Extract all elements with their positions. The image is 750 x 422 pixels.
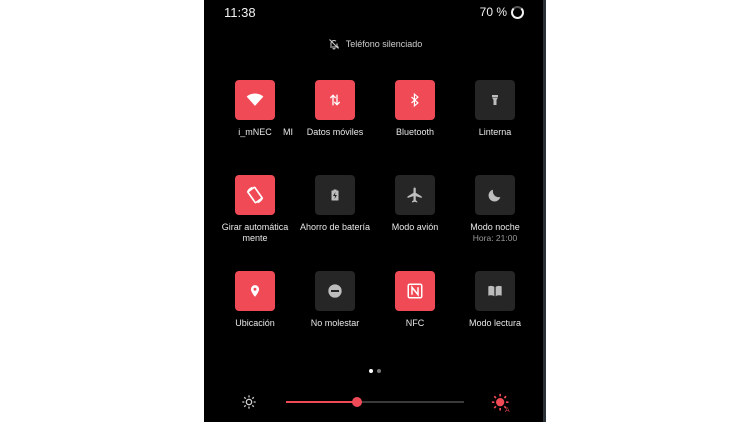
tile-location-button[interactable] (235, 271, 275, 311)
battery-ring-icon (511, 5, 524, 19)
moon-icon (488, 189, 501, 202)
tile-airplane-mode-button[interactable] (395, 175, 435, 215)
tile-battery-saver-label: Ahorro de batería (299, 222, 371, 232)
location-icon (250, 285, 260, 297)
tile-auto-rotate[interactable]: Girar automática mente (210, 175, 300, 244)
tile-airplane-mode-label: Modo avión (391, 222, 439, 232)
flashlight-icon (492, 95, 498, 105)
tile-auto-rotate-button[interactable] (235, 175, 275, 215)
tile-auto-rotate-label: Girar automática mente (210, 222, 300, 244)
tile-bluetooth[interactable]: Bluetooth (370, 80, 460, 138)
tile-bluetooth-button[interactable] (395, 80, 435, 120)
tile-do-not-disturb[interactable]: No molestar (290, 271, 380, 329)
do-not-disturb-icon (328, 284, 342, 298)
reading-mode-icon (488, 285, 502, 297)
tile-wifi[interactable]: i_mNEC MI (210, 80, 300, 138)
tile-night-mode[interactable]: Modo noche Hora: 21:00 (450, 175, 540, 244)
tile-reading-mode-button[interactable] (475, 271, 515, 311)
battery-indicator: 70 % (480, 5, 524, 19)
wifi-icon (246, 93, 264, 106)
tile-auto-rotate-label-line1: Girar automática (221, 222, 289, 232)
brightness-slider-thumb[interactable] (352, 397, 363, 407)
tile-flashlight[interactable]: Linterna (450, 80, 540, 138)
tile-wifi-ssid: i_mNEC (238, 127, 272, 137)
clock: 11:38 (224, 5, 256, 20)
tile-night-mode-schedule: Hora: 21:00 (472, 233, 518, 243)
tile-flashlight-button[interactable] (475, 80, 515, 120)
tile-airplane-mode[interactable]: Modo avión (370, 175, 460, 233)
tile-night-mode-button[interactable] (475, 175, 515, 215)
page-indicator (204, 369, 546, 373)
tile-mobile-data-button[interactable] (315, 80, 355, 120)
brightness-control: A (204, 392, 546, 413)
airplane-icon (407, 187, 422, 203)
tile-nfc-label: NFC (405, 318, 425, 328)
auto-rotate-icon (246, 186, 264, 204)
tile-location[interactable]: Ubicación (210, 271, 300, 329)
tile-night-mode-label: Modo noche (470, 222, 520, 232)
silent-notice: Teléfono silenciado (204, 38, 546, 50)
bluetooth-icon (411, 92, 419, 108)
bell-off-icon (328, 39, 339, 50)
tile-do-not-disturb-label: No molestar (310, 318, 360, 328)
brightness-slider-fill (286, 401, 358, 403)
tile-wifi-label: i_mNEC MI (210, 127, 300, 138)
tile-auto-rotate-label-line2: mente (242, 233, 268, 243)
tile-do-not-disturb-button[interactable] (315, 271, 355, 311)
brightness-low-icon (242, 395, 256, 409)
tile-reading-mode[interactable]: Modo lectura (450, 271, 540, 329)
tile-flashlight-label: Linterna (478, 127, 512, 137)
brightness-slider[interactable] (286, 397, 464, 407)
tile-bluetooth-label: Bluetooth (395, 127, 435, 137)
svg-text:A: A (505, 407, 510, 413)
quick-settings-panel: 11:38 70 % Teléfono silenciado i_mNEC MI (204, 0, 546, 422)
battery-saver-icon (331, 189, 339, 201)
nfc-icon (407, 283, 423, 299)
silent-notice-text: Teléfono silenciado (345, 39, 423, 49)
tile-wifi-button[interactable] (235, 80, 275, 120)
tile-location-label: Ubicación (235, 318, 275, 328)
page-dot-inactive[interactable] (377, 369, 381, 373)
tile-battery-saver[interactable]: Ahorro de batería (290, 175, 380, 233)
tile-reading-mode-label: Modo lectura (468, 318, 522, 328)
battery-percent: 70 % (479, 5, 507, 19)
phone-edge (543, 0, 546, 422)
page-dot-active[interactable] (369, 369, 373, 373)
tile-mobile-data[interactable]: Datos móviles (290, 80, 380, 138)
auto-brightness-icon[interactable]: A (491, 393, 511, 413)
mobile-data-icon (329, 94, 341, 106)
tile-nfc[interactable]: NFC (370, 271, 460, 329)
tile-mobile-data-label: Datos móviles (306, 127, 364, 137)
tile-nfc-button[interactable] (395, 271, 435, 311)
status-bar: 11:38 70 % (204, 0, 546, 26)
tile-battery-saver-button[interactable] (315, 175, 355, 215)
